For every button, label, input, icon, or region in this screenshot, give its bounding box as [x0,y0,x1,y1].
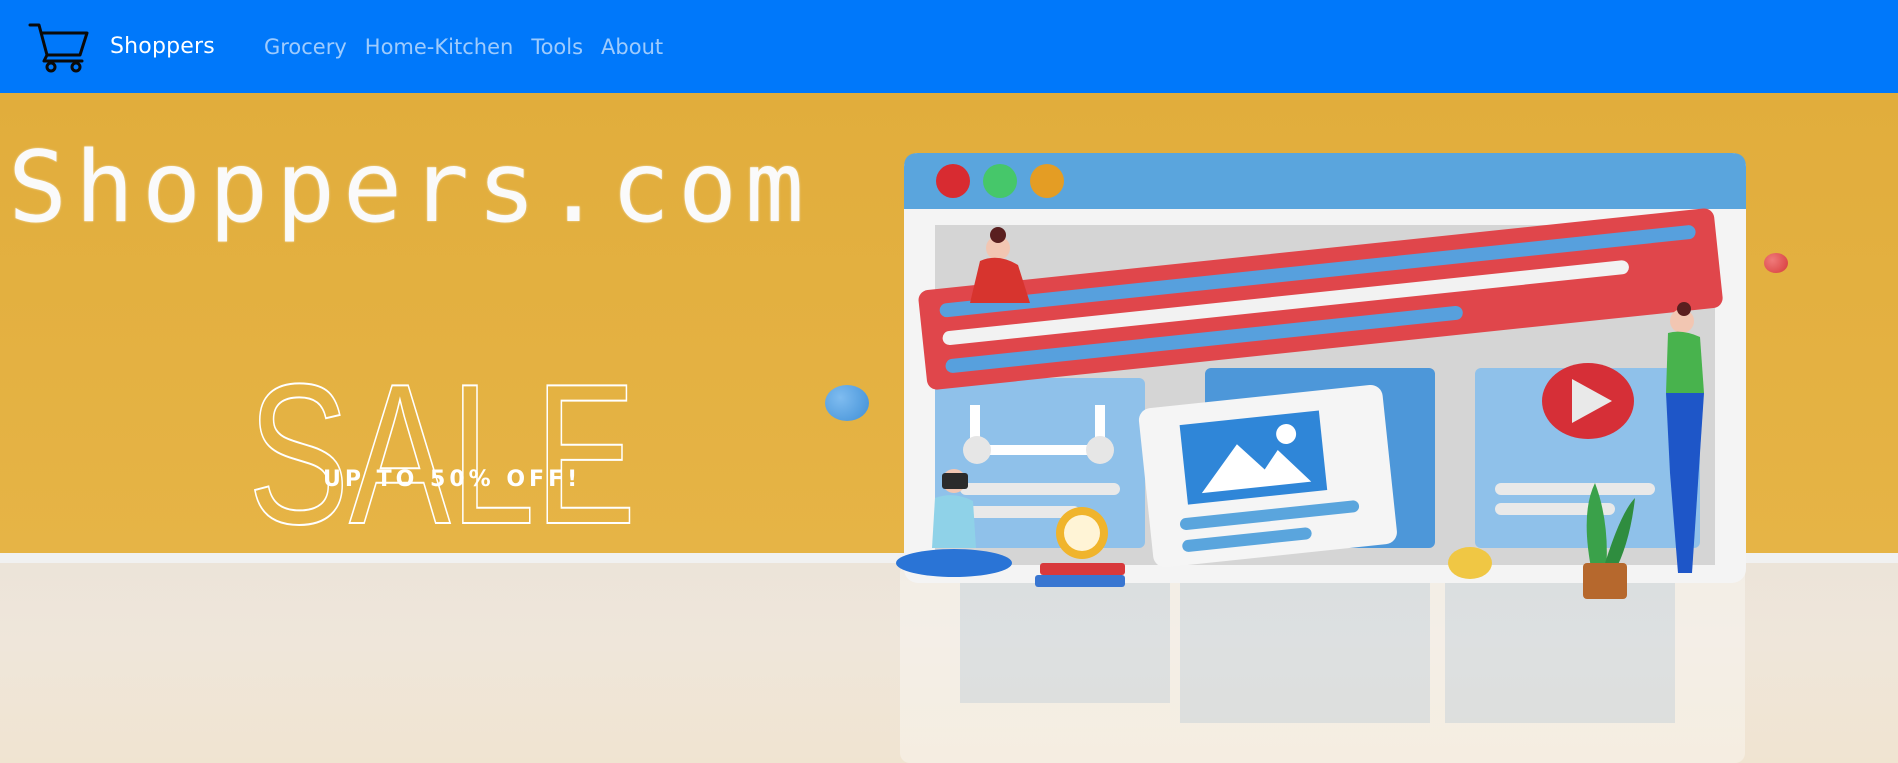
sale-heading: SALE [248,365,637,527]
nav-link-grocery[interactable]: Grocery [264,35,347,59]
nav-links: Grocery Home-Kitchen Tools About [264,35,663,59]
nav-link-home-kitchen[interactable]: Home-Kitchen [365,35,514,59]
image-card-art [1138,384,1397,568]
sale-block: SALE UP TO 50% OFF! [248,365,638,527]
hero-illustration [896,153,1746,763]
nav-link-about[interactable]: About [601,35,663,59]
offer-text: UP TO 50% OFF! [323,467,582,492]
brand-name: Shoppers [110,34,215,59]
hero-title: Shoppers.com [8,131,813,245]
hero-banner: Shoppers.com SALE UP TO 50% OFF! [0,93,1898,763]
cart-icon [28,21,90,73]
nav-link-tools[interactable]: Tools [531,35,583,59]
navbar: Shoppers Grocery Home-Kitchen Tools Abou… [0,0,1898,93]
yellow-object [1448,547,1492,579]
brand-link[interactable]: Shoppers [28,21,215,73]
svg-text:SALE: SALE [248,365,636,527]
